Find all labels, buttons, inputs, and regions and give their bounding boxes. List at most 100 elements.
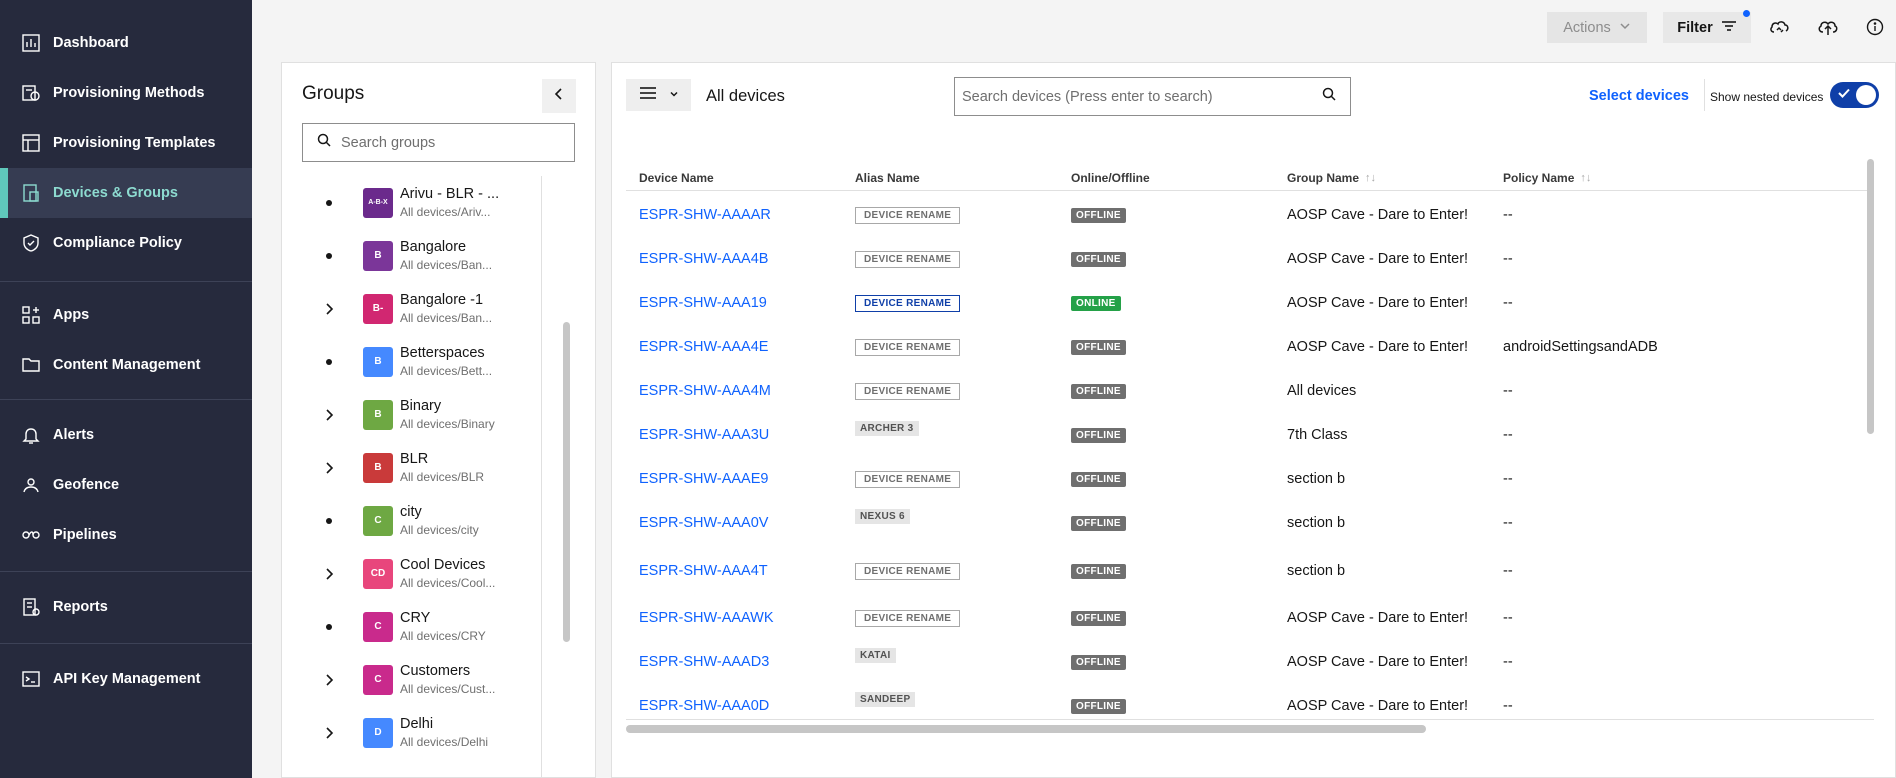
info-icon[interactable]	[1862, 14, 1888, 40]
device-name-link[interactable]: ESPR-SHW-AAA3U	[639, 427, 769, 443]
table-horizontal-scrollbar[interactable]	[626, 725, 1426, 733]
group-text: CRY All devices/CRY	[400, 610, 486, 643]
device-name-link[interactable]: ESPR-SHW-AAA4B	[639, 251, 768, 267]
chevron-right-icon[interactable]	[302, 408, 356, 421]
cloud-upload-icon[interactable]	[1815, 14, 1841, 40]
device-search-input[interactable]	[962, 88, 1322, 105]
column-header-alias-name[interactable]: Alias Name	[855, 171, 920, 185]
sidebar: Dashboard Provisioning Methods Provision…	[0, 0, 252, 778]
table-row[interactable]: ESPR-SHW-AAA3U ARCHER 3 OFFLINE 7th Class --	[626, 413, 1874, 457]
group-item[interactable]: B Betterspaces All devices/Bett...	[302, 335, 541, 388]
device-name-link[interactable]: ESPR-SHW-AAA0D	[639, 698, 769, 714]
nav-apps[interactable]: Apps	[0, 290, 252, 340]
device-name-link[interactable]: ESPR-SHW-AAAAR	[639, 207, 771, 223]
view-toggle-button[interactable]	[626, 79, 691, 111]
chevron-right-icon[interactable]	[302, 461, 356, 474]
device-name-link[interactable]: ESPR-SHW-AAA4E	[639, 339, 768, 355]
chevron-right-icon[interactable]	[302, 302, 356, 315]
device-name-link[interactable]: ESPR-SHW-AAA0V	[639, 515, 768, 531]
table-row[interactable]: ESPR-SHW-AAAAR DEVICE RENAME OFFLINE AOSP C…	[626, 193, 1874, 237]
nav-alerts[interactable]: Alerts	[0, 410, 252, 460]
alias-tag[interactable]: DEVICE RENAME	[855, 470, 961, 488]
provisioning-methods-icon	[19, 81, 43, 105]
device-name-link[interactable]: ESPR-SHW-AAAE9	[639, 471, 768, 487]
group-text: city All devices/city	[400, 504, 479, 537]
sort-arrows-icon[interactable]: ↑↓	[1365, 172, 1376, 184]
alias-tag[interactable]: DEVICE RENAME	[855, 294, 961, 312]
column-header-online-offline[interactable]: Online/Offline	[1071, 171, 1150, 185]
alias-tag[interactable]: DEVICE RENAME	[855, 609, 961, 627]
table-row[interactable]: ESPR-SHW-AAA19 DEVICE RENAME ONLINE AOSP Ca…	[626, 281, 1874, 325]
alias-tag[interactable]: DEVICE RENAME	[855, 338, 961, 356]
show-nested-toggle[interactable]	[1830, 82, 1879, 108]
table-row[interactable]: ESPR-SHW-AAA0D SANDEEP OFFLINE AOSP Cave - …	[626, 684, 1874, 719]
group-item[interactable]: CD Cool Devices All devices/Cool...	[302, 547, 541, 600]
table-row[interactable]: ESPR-SHW-AAA4E DEVICE RENAME OFFLINE AOSP C…	[626, 325, 1874, 369]
chevron-right-icon[interactable]	[302, 726, 356, 739]
column-header-device-name[interactable]: Device Name	[639, 171, 714, 185]
show-nested-label: Show nested devices	[1710, 90, 1824, 104]
table-row[interactable]: ESPR-SHW-AAAE9 DEVICE RENAME OFFLINE sectio…	[626, 457, 1874, 501]
collapse-panel-button[interactable]	[542, 79, 576, 113]
group-avatar: A-B-X	[363, 187, 393, 218]
column-header-policy-name[interactable]: Policy Name ↑↓	[1503, 171, 1591, 185]
device-name-link-cell: ESPR-SHW-AAA4B	[639, 237, 768, 281]
device-name-link[interactable]: ESPR-SHW-AAAD3	[639, 654, 769, 670]
device-name-link[interactable]: ESPR-SHW-AAA4M	[639, 383, 771, 399]
table-row[interactable]: ESPR-SHW-AAA0V NEXUS 6 OFFLINE section b --	[626, 501, 1874, 545]
nav-provisioning-templates[interactable]: Provisioning Templates	[0, 118, 252, 168]
table-row[interactable]: ESPR-SHW-AAAWK DEVICE RENAME OFFLINE AOSP C…	[626, 596, 1874, 640]
group-text: Binary All devices/Binary	[400, 398, 495, 431]
sort-arrows-icon[interactable]: ↑↓	[1580, 172, 1591, 184]
group-search-input[interactable]	[341, 134, 561, 151]
nav-dashboard[interactable]: Dashboard	[0, 18, 252, 68]
table-row[interactable]: ESPR-SHW-AAA4T DEVICE RENAME OFFLINE sectio…	[626, 549, 1874, 593]
search-icon	[317, 133, 331, 152]
table-row[interactable]: ESPR-SHW-AAA4B DEVICE RENAME OFFLINE AOSP C…	[626, 237, 1874, 281]
alias-tag[interactable]: DEVICE RENAME	[855, 382, 961, 400]
group-item[interactable]: B Bangalore All devices/Ban...	[302, 229, 541, 282]
table-vertical-scrollbar[interactable]	[1867, 159, 1874, 434]
search-icon[interactable]	[1322, 87, 1336, 106]
nav-pipelines[interactable]: Pipelines	[0, 510, 252, 560]
device-name-link[interactable]: ESPR-SHW-AAA4T	[639, 563, 768, 579]
device-name-link-cell: ESPR-SHW-AAA19	[639, 281, 767, 325]
nav-geofence[interactable]: Geofence	[0, 460, 252, 510]
group-item[interactable]: B BLR All devices/BLR	[302, 441, 541, 494]
nav-provisioning-methods[interactable]: Provisioning Methods	[0, 68, 252, 118]
nav-api-key-management[interactable]: API Key Management	[0, 654, 252, 704]
cloud-sync-icon[interactable]	[1767, 14, 1793, 40]
group-path: All devices/Ban...	[400, 258, 493, 272]
device-name-link[interactable]: ESPR-SHW-AAAWK	[639, 610, 774, 626]
pipelines-icon	[19, 523, 43, 547]
alias-tag: KATAI	[855, 647, 896, 663]
alias-tag[interactable]: DEVICE RENAME	[855, 562, 961, 580]
policy-name-cell: --	[1503, 684, 1513, 719]
alias-tag[interactable]: DEVICE RENAME	[855, 250, 961, 268]
nav-content-management[interactable]: Content Management	[0, 340, 252, 390]
device-name-link[interactable]: ESPR-SHW-AAA19	[639, 295, 767, 311]
alias-tag[interactable]: DEVICE RENAME	[855, 206, 961, 224]
table-row[interactable]: ESPR-SHW-AAA4M DEVICE RENAME OFFLINE All de…	[626, 369, 1874, 413]
group-list-scrollbar[interactable]	[563, 322, 570, 642]
group-item[interactable]: B Binary All devices/Binary	[302, 388, 541, 441]
apps-icon	[19, 303, 43, 327]
chevron-right-icon[interactable]	[302, 567, 356, 580]
group-item[interactable]: C CRY All devices/CRY	[302, 600, 541, 653]
group-item[interactable]: B- Bangalore -1 All devices/Ban...	[302, 282, 541, 335]
chevron-right-icon[interactable]	[302, 673, 356, 686]
nav-reports[interactable]: Reports	[0, 582, 252, 632]
filter-button[interactable]: Filter	[1663, 12, 1751, 43]
group-item[interactable]: D Delhi All devices/Delhi	[302, 706, 541, 759]
group-item[interactable]: Ccity All devices/city	[302, 494, 541, 547]
nav-compliance-policy[interactable]: Compliance Policy	[0, 218, 252, 268]
column-header-group-name[interactable]: Group Name ↑↓	[1287, 171, 1376, 185]
nav-devices-groups[interactable]: Devices & Groups	[0, 168, 252, 218]
group-name-cell: section b	[1287, 549, 1345, 593]
actions-button[interactable]: Actions	[1547, 12, 1647, 43]
reports-icon	[19, 595, 43, 619]
table-row[interactable]: ESPR-SHW-AAAD3 KATAI OFFLINE AOSP Cave - Da…	[626, 640, 1874, 684]
group-item[interactable]: A-B-X Arivu - BLR - ... All devices/Ariv..…	[302, 176, 541, 229]
group-item[interactable]: C Customers All devices/Cust...	[302, 653, 541, 706]
select-devices-link[interactable]: Select devices	[1589, 88, 1689, 104]
